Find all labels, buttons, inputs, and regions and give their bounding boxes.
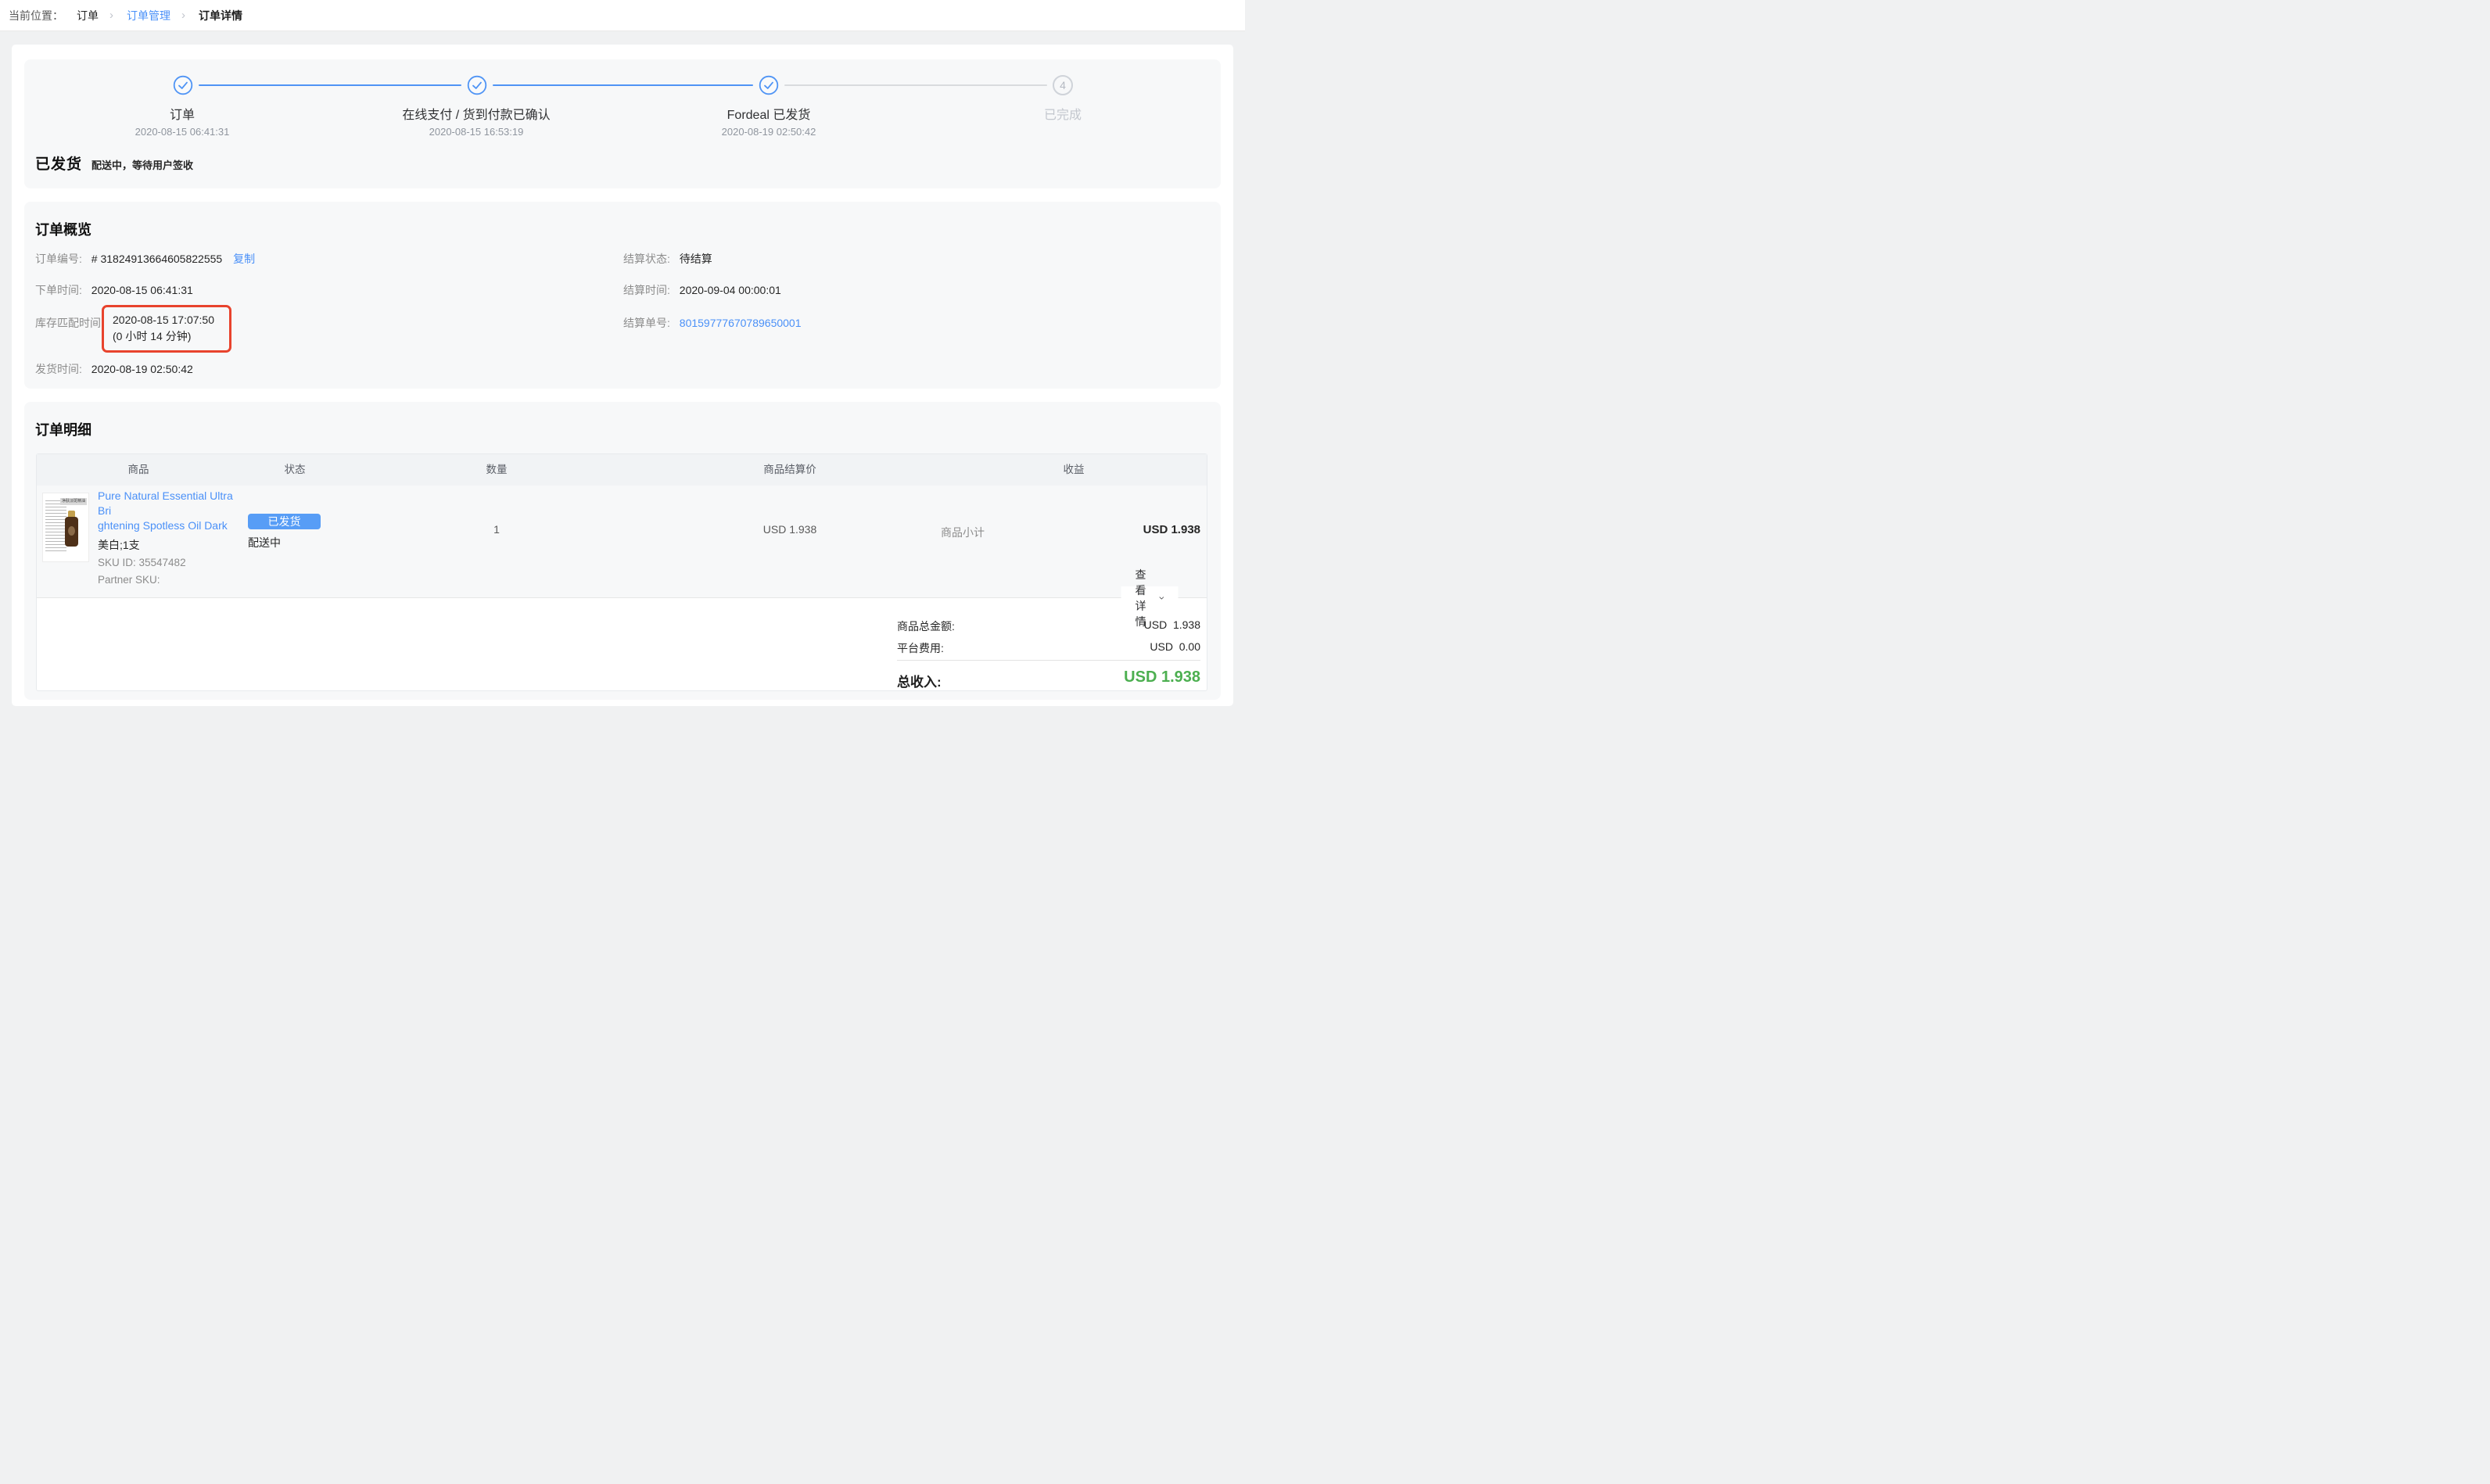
- settle-time-value: 2020-09-04 00:00:01: [680, 284, 781, 296]
- settle-status-value: 待结算: [680, 253, 712, 265]
- summary-fee-value: USD 0.00: [1150, 640, 1200, 653]
- details-title: 订单明细: [35, 419, 91, 439]
- ship-time-value: 2020-08-19 02:50:42: [91, 363, 193, 375]
- order-detail-card: 4 订单 在线支付 / 货到付款已确认 Fordeal 已发货 已完成 2020…: [12, 45, 1233, 706]
- col-header-product: 商品: [128, 454, 149, 486]
- created-time-label: 下单时间:: [35, 284, 82, 296]
- chevron-down-icon: [1160, 595, 1164, 601]
- step-label-completed: 已完成: [1044, 104, 1082, 123]
- progress-connector-done: [199, 84, 461, 86]
- settle-status-label: 结算状态:: [623, 253, 670, 265]
- product-partner-sku: Partner SKU:: [98, 573, 246, 587]
- details-section: 订单明细 商品 状态 数量 商品结算价 收益 净肤淡斑精油 Pure Natur…: [24, 402, 1221, 700]
- overview-section: 订单概览 订单编号: # 31824913664605822555 复制 下单时…: [24, 202, 1221, 389]
- summary-total-label: 商品总金额:: [897, 618, 955, 634]
- step-label-shipped: Fordeal 已发货: [727, 104, 811, 123]
- step-label-order: 订单: [170, 104, 195, 123]
- bottle-label-shape: [68, 526, 75, 536]
- col-header-quantity: 数量: [486, 454, 508, 486]
- view-detail-label: 查看详情: [1136, 567, 1154, 629]
- subtotal-value: USD 1.938: [1143, 523, 1200, 536]
- col-header-settle-price: 商品结算价: [763, 454, 816, 486]
- breadcrumb: 当前位置： 订单 › 订单管理 › 订单详情: [0, 0, 1245, 31]
- order-status-subtitle: 配送中，等待用户签收: [91, 157, 193, 172]
- progress-section: 4 订单 在线支付 / 货到付款已确认 Fordeal 已发货 已完成 2020…: [24, 59, 1221, 188]
- stock-match-label: 库存匹配时间: [35, 317, 101, 329]
- step-number: 4: [1060, 79, 1066, 91]
- order-items-table: 商品 状态 数量 商品结算价 收益 净肤淡斑精油 Pure Natural Es…: [36, 453, 1207, 691]
- thumbnail-text-lines: [45, 500, 66, 554]
- order-no-label: 订单编号:: [35, 253, 82, 265]
- stock-match-time-value: 2020-08-15 17:07:50: [113, 312, 229, 328]
- step-time: 2020-08-15 06:41:31: [135, 126, 230, 138]
- check-circle-icon: [173, 75, 193, 95]
- check-circle-icon: [759, 75, 779, 95]
- table-header: [37, 454, 1207, 486]
- step-label-payment-confirmed: 在线支付 / 货到付款已确认: [402, 104, 550, 123]
- breadcrumb-item-order-management[interactable]: 订单管理: [127, 8, 170, 23]
- col-header-status: 状态: [285, 454, 306, 486]
- view-detail-toggle[interactable]: 查看详情: [1121, 586, 1179, 609]
- chevron-right-icon: ›: [109, 9, 113, 22]
- settle-time-label: 结算时间:: [623, 284, 670, 296]
- thumbnail-label: 净肤淡斑精油: [60, 498, 87, 505]
- step-time: 2020-08-19 02:50:42: [722, 126, 816, 138]
- product-sku: SKU ID: 35547482: [98, 556, 246, 570]
- chevron-right-icon: ›: [181, 9, 185, 22]
- check-circle-icon: [467, 75, 487, 95]
- settle-no-link[interactable]: 80159777670789650001: [680, 317, 802, 329]
- step-time: 2020-08-15 16:53:19: [429, 126, 524, 138]
- breadcrumb-prefix: 当前位置：: [9, 8, 63, 23]
- settle-no-label: 结算单号:: [623, 317, 670, 329]
- breadcrumb-item-orders[interactable]: 订单: [77, 8, 99, 23]
- created-time-value: 2020-08-15 06:41:31: [91, 284, 193, 296]
- summary-divider: [897, 660, 1200, 661]
- status-sub-text: 配送中: [248, 535, 281, 550]
- overview-title: 订单概览: [35, 219, 91, 239]
- product-title-link[interactable]: Pure Natural Essential Ultra Bri ghtenin…: [98, 489, 246, 533]
- breadcrumb-item-order-detail: 订单详情: [199, 8, 242, 23]
- step-number-circle: 4: [1053, 75, 1073, 95]
- annotation-red-box: 2020-08-15 17:07:50 (0 小时 14 分钟): [102, 305, 231, 353]
- progress-connector-pending: [784, 84, 1047, 86]
- order-no-value: # 31824913664605822555: [91, 253, 222, 265]
- stock-match-duration: (0 小时 14 分钟): [113, 328, 229, 345]
- progress-connector-done: [493, 84, 753, 86]
- product-thumbnail[interactable]: 净肤淡斑精油: [42, 493, 89, 562]
- order-status-title: 已发货: [35, 152, 82, 174]
- bottle-cap-shape: [68, 511, 75, 517]
- copy-order-no-link[interactable]: 复制: [233, 253, 255, 265]
- summary-income-value: USD 1.938: [1124, 669, 1200, 686]
- col-header-income: 收益: [1064, 454, 1085, 486]
- quantity-value: 1: [493, 523, 500, 536]
- ship-time-label: 发货时间:: [35, 363, 82, 375]
- summary-income-label: 总收入:: [897, 671, 942, 690]
- summary-fee-label: 平台费用:: [897, 640, 944, 656]
- subtotal-label: 商品小计: [941, 525, 985, 540]
- settle-price-value: USD 1.938: [763, 523, 816, 536]
- status-badge: 已发货: [248, 514, 321, 529]
- product-spec: 美白;1支: [98, 538, 246, 553]
